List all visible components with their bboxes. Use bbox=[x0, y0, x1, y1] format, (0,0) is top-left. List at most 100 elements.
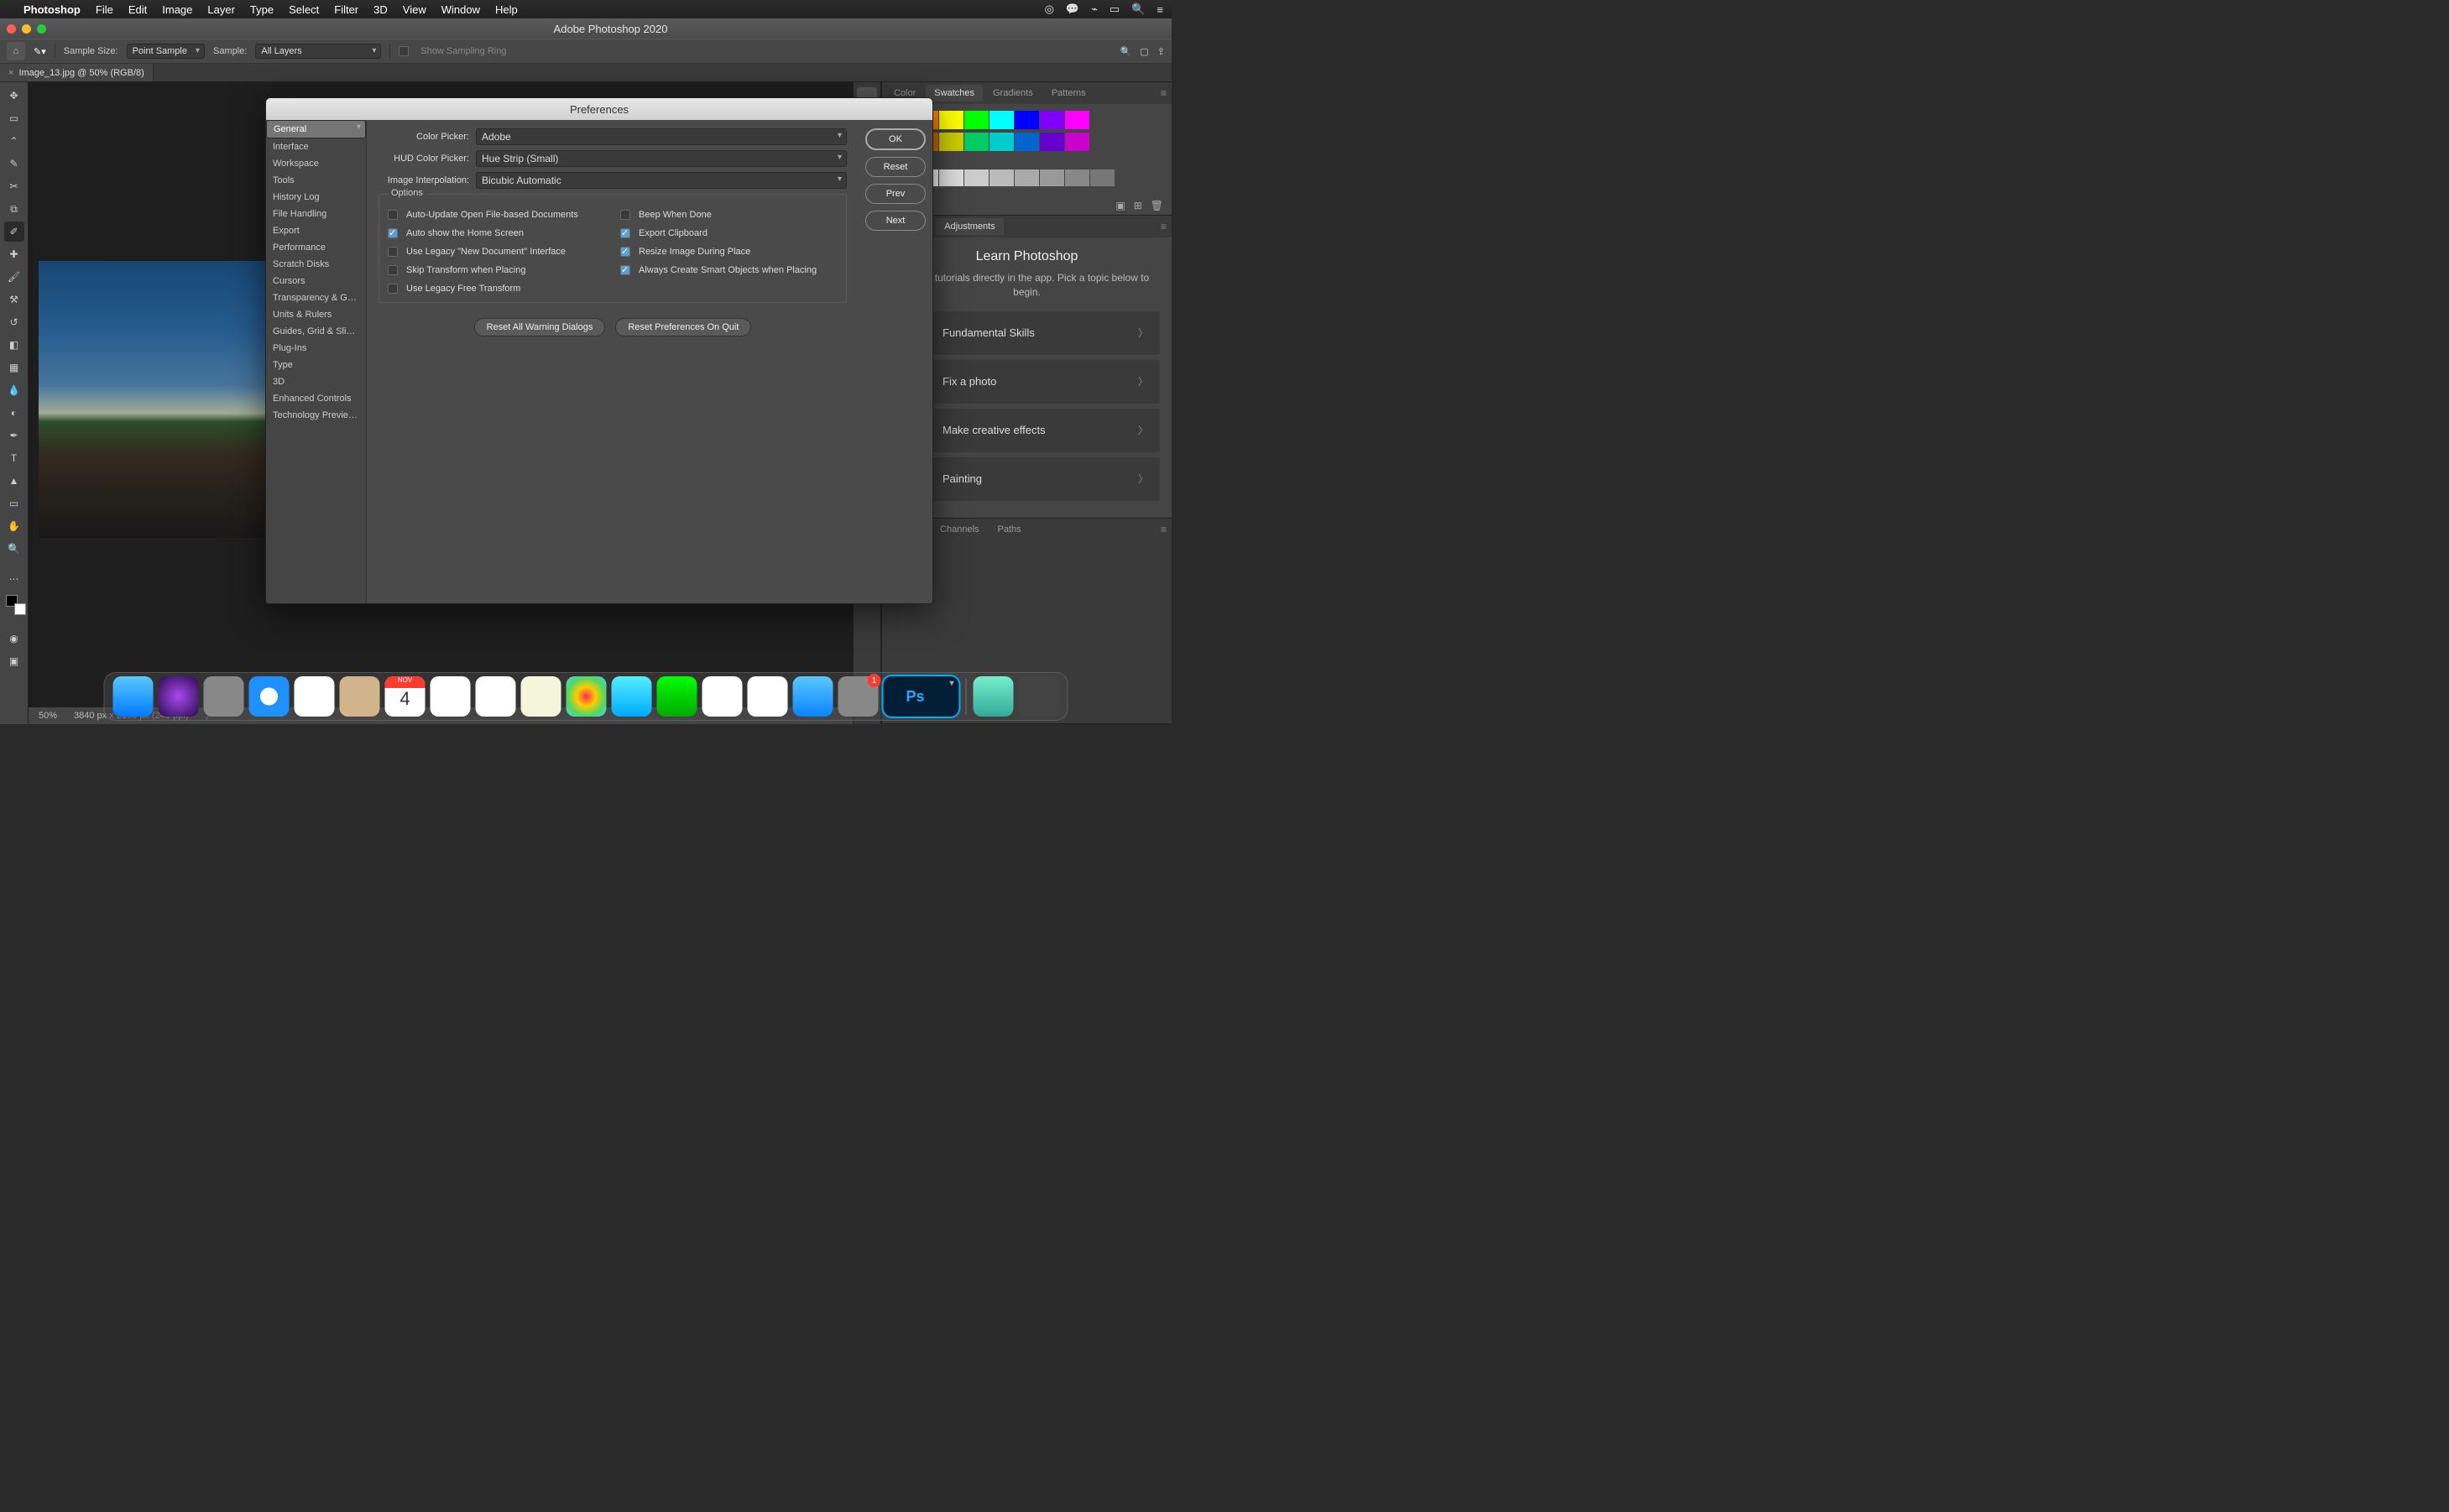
panel-menu-icon[interactable]: ≡ bbox=[1161, 87, 1172, 99]
displays-icon[interactable]: ▭ bbox=[1110, 3, 1120, 16]
menu-filter[interactable]: Filter bbox=[334, 3, 358, 16]
frame-icon[interactable]: ▢ bbox=[1140, 46, 1148, 57]
menu-3d[interactable]: 3D bbox=[373, 3, 388, 16]
cc-icon[interactable]: ◎ bbox=[1045, 3, 1054, 16]
dock-music[interactable] bbox=[748, 676, 788, 717]
show-sampling-ring-checkbox[interactable] bbox=[399, 46, 409, 56]
bluetooth-icon[interactable]: ⌁ bbox=[1091, 3, 1098, 16]
ok-button[interactable]: OK bbox=[865, 128, 926, 150]
tool-preset-icon[interactable]: ✎▾ bbox=[34, 46, 46, 57]
pref-checkbox[interactable] bbox=[620, 210, 630, 220]
learn-item[interactable]: Painting〉 bbox=[894, 457, 1160, 501]
learn-item[interactable]: Fix a photo〉 bbox=[894, 360, 1160, 404]
pref-category[interactable]: Technology Previews bbox=[266, 407, 366, 424]
dock-safari[interactable] bbox=[249, 676, 290, 717]
menu-select[interactable]: Select bbox=[289, 3, 319, 16]
pref-category[interactable]: Scratch Disks bbox=[266, 256, 366, 273]
app-menu[interactable]: Photoshop bbox=[23, 3, 81, 16]
swatch[interactable] bbox=[1040, 133, 1064, 151]
swatch[interactable] bbox=[964, 111, 989, 129]
stamp-tool[interactable]: ⚒ bbox=[4, 289, 24, 310]
close-tab-icon[interactable]: × bbox=[8, 68, 13, 78]
eraser-tool[interactable]: ◧ bbox=[4, 335, 24, 355]
pref-checkbox[interactable] bbox=[620, 247, 630, 257]
swatch[interactable] bbox=[1015, 133, 1039, 151]
brush-tool[interactable]: 🖌 bbox=[4, 267, 24, 287]
tab-paths[interactable]: Paths bbox=[990, 521, 1030, 538]
eyedropper-tool[interactable]: ✐ bbox=[4, 222, 24, 242]
pref-checkbox[interactable] bbox=[388, 247, 398, 257]
type-tool[interactable]: T bbox=[4, 448, 24, 468]
dock-finder[interactable] bbox=[113, 676, 154, 717]
menu-file[interactable]: File bbox=[96, 3, 113, 16]
pref-checkbox[interactable] bbox=[620, 265, 630, 275]
chat-icon[interactable]: 💬 bbox=[1066, 3, 1079, 16]
interpolation-select[interactable]: Bicubic Automatic bbox=[476, 172, 847, 189]
swatch[interactable] bbox=[1065, 133, 1089, 151]
frame-tool[interactable]: ⧉ bbox=[4, 199, 24, 219]
dock-photoshop[interactable]: Ps bbox=[884, 676, 959, 717]
trash-icon[interactable]: 🗑 bbox=[1151, 200, 1163, 211]
prev-button[interactable]: Prev bbox=[865, 184, 926, 204]
swatch[interactable] bbox=[1040, 111, 1064, 129]
background-color[interactable] bbox=[14, 603, 26, 615]
dock-launchpad[interactable] bbox=[204, 676, 244, 717]
share-icon[interactable]: ⇪ bbox=[1157, 46, 1165, 57]
spotlight-icon[interactable]: 🔍 bbox=[1131, 3, 1145, 16]
dock-appstore[interactable] bbox=[793, 676, 833, 717]
pref-category[interactable]: Performance bbox=[266, 239, 366, 256]
menu-window[interactable]: Window bbox=[441, 3, 480, 16]
panel-menu-icon[interactable]: ≡ bbox=[1161, 524, 1172, 535]
zoom-level[interactable]: 50% bbox=[39, 711, 57, 721]
tab-adjustments[interactable]: Adjustments bbox=[936, 218, 1004, 235]
quick-mask-button[interactable]: ◉ bbox=[4, 628, 24, 649]
folder-icon[interactable]: ▣ bbox=[1115, 200, 1125, 211]
menu-edit[interactable]: Edit bbox=[128, 3, 147, 16]
sample-select[interactable]: All Layers bbox=[255, 44, 381, 59]
swatch[interactable] bbox=[1040, 169, 1064, 186]
close-window-button[interactable] bbox=[7, 24, 16, 34]
swatch[interactable] bbox=[1015, 169, 1039, 186]
dock-reminders[interactable] bbox=[476, 676, 516, 717]
tab-gradients[interactable]: Gradients bbox=[984, 85, 1042, 102]
pref-category[interactable]: Tools bbox=[266, 172, 366, 189]
pref-category[interactable]: 3D bbox=[266, 373, 366, 390]
dock-maps[interactable] bbox=[521, 676, 561, 717]
swatch[interactable] bbox=[1015, 111, 1039, 129]
learn-item[interactable]: Fundamental Skills〉 bbox=[894, 311, 1160, 355]
swatch[interactable] bbox=[1090, 169, 1115, 186]
sample-size-select[interactable]: Point Sample bbox=[127, 44, 205, 59]
pref-checkbox[interactable] bbox=[388, 228, 398, 238]
pref-category[interactable]: Interface bbox=[266, 138, 366, 155]
pref-checkbox[interactable] bbox=[388, 210, 398, 220]
swatch[interactable] bbox=[939, 133, 963, 151]
dodge-tool[interactable]: ◐ bbox=[4, 403, 24, 423]
pref-checkbox[interactable] bbox=[388, 284, 398, 294]
home-button[interactable]: ⌂ bbox=[7, 42, 25, 60]
crop-tool[interactable]: ✂ bbox=[4, 176, 24, 196]
swatch[interactable] bbox=[990, 169, 1014, 186]
dock-news[interactable] bbox=[702, 676, 743, 717]
dock-notes[interactable] bbox=[431, 676, 471, 717]
reset-button[interactable]: Reset bbox=[865, 157, 926, 177]
minimize-window-button[interactable] bbox=[22, 24, 31, 34]
pref-category[interactable]: Enhanced Controls bbox=[266, 390, 366, 407]
menu-image[interactable]: Image bbox=[162, 3, 192, 16]
menu-view[interactable]: View bbox=[403, 3, 426, 16]
new-swatch-icon[interactable]: ⊞ bbox=[1134, 200, 1142, 211]
menu-layer[interactable]: Layer bbox=[207, 3, 235, 16]
dock-facetime[interactable] bbox=[657, 676, 697, 717]
swatch[interactable] bbox=[1065, 111, 1089, 129]
swatch[interactable] bbox=[939, 169, 963, 186]
swatch[interactable] bbox=[964, 169, 989, 186]
path-select-tool[interactable]: ▲ bbox=[4, 471, 24, 491]
pref-category[interactable]: Cursors bbox=[266, 273, 366, 289]
panel-menu-icon[interactable]: ≡ bbox=[1161, 221, 1172, 232]
pref-category[interactable]: Type bbox=[266, 357, 366, 373]
color-picker-select[interactable]: Adobe bbox=[476, 128, 847, 145]
menu-type[interactable]: Type bbox=[250, 3, 274, 16]
dock-calendar[interactable]: NOV4 bbox=[385, 676, 426, 717]
menu-help[interactable]: Help bbox=[495, 3, 518, 16]
dock-downloads[interactable] bbox=[974, 676, 1014, 717]
swatch[interactable] bbox=[939, 111, 963, 129]
